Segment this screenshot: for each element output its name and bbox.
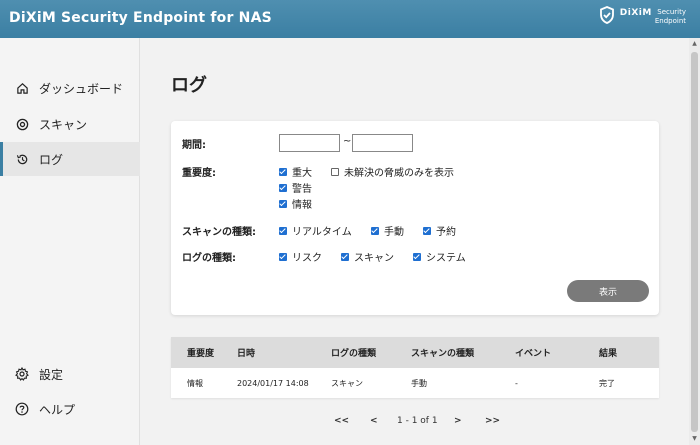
checkbox-checked-icon: [279, 252, 287, 261]
checkbox-checked-icon: [341, 252, 349, 261]
show-button[interactable]: 表示: [567, 280, 649, 302]
scroll-up-icon[interactable]: ▲: [691, 40, 698, 48]
column-header[interactable]: 重要度: [187, 337, 214, 368]
period-from-input[interactable]: [279, 134, 340, 152]
vertical-scrollbar[interactable]: ▲ ▼: [689, 38, 700, 445]
page-title: ログ: [171, 75, 207, 96]
log-type-scan-checkbox[interactable]: スキャン: [341, 249, 394, 264]
sidebar-item-label: ヘルプ: [39, 402, 76, 417]
period-label: 期間:: [182, 140, 206, 151]
brand-logo: DiXiM Security Endpoint: [599, 6, 686, 28]
checkbox-checked-icon: [423, 226, 431, 235]
column-header[interactable]: イベント: [515, 337, 551, 368]
gear-icon: [15, 367, 29, 381]
sidebar-item-label: ダッシュボード: [39, 81, 124, 96]
column-header[interactable]: ログの種類: [331, 337, 376, 368]
sidebar-item-dashboard[interactable]: ダッシュボード: [0, 71, 140, 105]
severity-critical-checkbox[interactable]: 重大: [279, 164, 312, 179]
checkbox-checked-icon: [279, 199, 287, 208]
scan-type-label: スキャンの種類:: [182, 227, 256, 238]
shield-check-icon: [599, 6, 615, 28]
history-icon: [15, 152, 29, 166]
checkbox-checked-icon: [413, 252, 421, 261]
first-page-button[interactable]: <<: [334, 416, 349, 426]
scroll-thumb[interactable]: [691, 52, 698, 432]
prev-page-button[interactable]: <: [370, 416, 378, 426]
scan-type-realtime-checkbox[interactable]: リアルタイム: [279, 223, 352, 238]
table-cell: 手動: [411, 378, 427, 388]
severity-label: 重要度:: [182, 168, 216, 179]
main-content: ログ 期間: ~ 重要度: 重大 未解決の脅威のみを表示 警告 情報 スキャンの…: [141, 38, 689, 445]
log-table: 重要度 日時 ログの種類 スキャンの種類 イベント 結果 情報 2024/01/…: [171, 337, 659, 398]
brand-name: DiXiM: [619, 8, 652, 18]
table-cell: スキャン: [331, 378, 363, 388]
sidebar: ダッシュボード スキャン ログ 設定 ヘルプ: [0, 38, 140, 445]
log-type-label: ログの種類:: [182, 253, 236, 264]
checkbox-checked-icon: [279, 226, 287, 235]
checkbox-checked-icon: [279, 167, 287, 176]
sidebar-item-log[interactable]: ログ: [0, 142, 140, 176]
period-separator: ~: [343, 136, 352, 147]
brand-sub-2: Endpoint: [654, 17, 686, 25]
log-type-risk-checkbox[interactable]: リスク: [279, 249, 322, 264]
checkbox-label: 未解決の脅威のみを表示: [344, 168, 454, 179]
home-icon: [15, 81, 29, 95]
severity-info-checkbox[interactable]: 情報: [279, 196, 312, 211]
table-cell: -: [515, 378, 518, 388]
period-to-input[interactable]: [352, 134, 413, 152]
app-title: DiXiM Security Endpoint for NAS: [9, 10, 272, 26]
sidebar-item-label: ログ: [39, 152, 64, 167]
scan-type-manual-checkbox[interactable]: 手動: [371, 223, 404, 238]
checkbox-label: スキャン: [354, 253, 394, 264]
sidebar-item-settings[interactable]: 設定: [0, 357, 140, 391]
sidebar-item-label: スキャン: [39, 117, 88, 132]
filter-panel: 期間: ~ 重要度: 重大 未解決の脅威のみを表示 警告 情報 スキャンの種類:…: [171, 121, 659, 315]
sidebar-item-help[interactable]: ヘルプ: [0, 392, 140, 426]
column-header[interactable]: 日時: [237, 337, 255, 368]
last-page-button[interactable]: >>: [485, 416, 500, 426]
sidebar-item-scan[interactable]: スキャン: [0, 107, 140, 141]
column-header[interactable]: スキャンの種類: [411, 337, 474, 368]
column-header[interactable]: 結果: [599, 337, 617, 368]
scan-type-scheduled-checkbox[interactable]: 予約: [423, 223, 456, 238]
scroll-down-icon[interactable]: ▼: [691, 435, 698, 443]
checkbox-label: システム: [426, 253, 466, 264]
table-row[interactable]: 情報 2024/01/17 14:08 スキャン 手動 - 完了: [171, 368, 659, 398]
checkbox-label: 手動: [384, 227, 404, 238]
table-cell: 2024/01/17 14:08: [237, 378, 309, 388]
pagination: << < 1 - 1 of 1 > >>: [171, 416, 659, 436]
table-header: 重要度 日時 ログの種類 スキャンの種類 イベント 結果: [171, 337, 659, 368]
checkbox-label: 情報: [292, 200, 312, 211]
sidebar-item-label: 設定: [39, 367, 64, 382]
scan-icon: [15, 117, 29, 131]
checkbox-label: リスク: [292, 253, 322, 264]
brand-sub-1: Security: [657, 8, 686, 16]
help-icon: [15, 402, 29, 416]
table-cell: 情報: [187, 378, 203, 388]
severity-warning-checkbox[interactable]: 警告: [279, 180, 312, 195]
app-header: DiXiM Security Endpoint for NAS DiXiM Se…: [0, 0, 700, 38]
checkbox-label: リアルタイム: [292, 227, 352, 238]
checkbox-checked-icon: [371, 226, 379, 235]
next-page-button[interactable]: >: [454, 416, 462, 426]
checkbox-unchecked-icon: [331, 167, 339, 176]
table-cell: 完了: [599, 378, 615, 388]
checkbox-label: 予約: [436, 227, 456, 238]
page-info: 1 - 1 of 1: [397, 416, 438, 426]
checkbox-label: 警告: [292, 184, 312, 195]
unresolved-only-checkbox[interactable]: 未解決の脅威のみを表示: [331, 164, 454, 179]
checkbox-label: 重大: [292, 168, 312, 179]
log-type-system-checkbox[interactable]: システム: [413, 249, 466, 264]
checkbox-checked-icon: [279, 183, 287, 192]
